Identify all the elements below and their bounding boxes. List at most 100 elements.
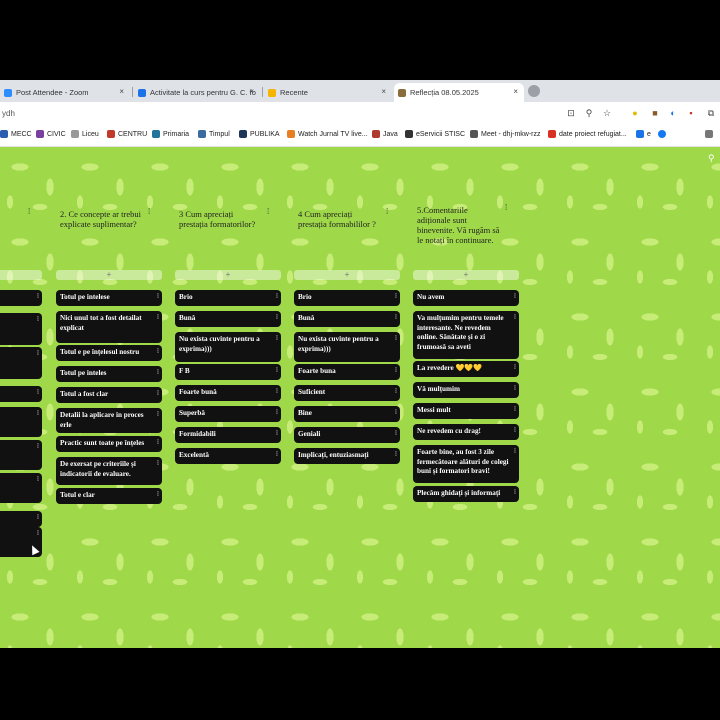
extensions-puzzle-icon[interactable]: ⧉: [706, 108, 716, 118]
bookmark-date-proiect[interactable]: date proiect refugiat...: [548, 130, 627, 138]
post-menu-icon[interactable]: ⁞: [37, 513, 39, 523]
tab-zoom[interactable]: Post Attendee - Zoom ×: [0, 83, 130, 102]
post-menu-icon[interactable]: ⁞: [157, 410, 159, 420]
post-card[interactable]: org- re a⁞: [0, 407, 42, 437]
post-card[interactable]: Brio ⁞: [175, 290, 281, 306]
screenshot-icon[interactable]: ⊡: [566, 108, 576, 118]
post-menu-icon[interactable]: ⁞: [276, 408, 278, 418]
post-menu-icon[interactable]: ⁞: [514, 426, 516, 436]
column-menu-icon[interactable]: ⁞: [267, 207, 269, 216]
post-menu-icon[interactable]: ⁞: [276, 387, 278, 397]
post-card[interactable]: Ne revedem cu drag! ⁞: [413, 424, 519, 440]
post-menu-icon[interactable]: ⁞: [157, 313, 159, 323]
post-card[interactable]: ⁞: [0, 511, 42, 527]
post-menu-icon[interactable]: ⁞: [37, 529, 39, 539]
post-card[interactable]: e tehnici rup⁞: [0, 440, 42, 470]
post-card[interactable]: Geniali ⁞: [294, 427, 400, 443]
bookmark-civic[interactable]: CIVIC: [36, 130, 66, 138]
column-menu-icon[interactable]: ⁞: [505, 203, 507, 212]
search-icon[interactable]: ⚲: [708, 153, 718, 163]
post-menu-icon[interactable]: ⁞: [395, 313, 397, 323]
post-card[interactable]: La revedere 💛💛💛 ⁞: [413, 361, 519, 377]
post-card[interactable]: F B ⁞: [175, 364, 281, 380]
post-card[interactable]: Messi mult ⁞: [413, 403, 519, 419]
post-card[interactable]: Brio ⁞: [294, 290, 400, 306]
tab-activitate[interactable]: Activitate la curs pentru G. C. fo ×: [134, 83, 260, 102]
post-card[interactable]: Suficient ⁞: [294, 385, 400, 401]
post-card[interactable]: Nu avem ⁞: [413, 290, 519, 306]
add-post-button[interactable]: +: [413, 270, 519, 280]
post-card[interactable]: Nici unul tot a fost detailat explicat ⁞: [56, 311, 162, 343]
bookmark-jurnal-tv[interactable]: Watch Jurnal TV live...: [287, 130, 368, 138]
address-bar[interactable]: ydh: [0, 106, 562, 122]
post-menu-icon[interactable]: ⁞: [157, 389, 159, 399]
post-menu-icon[interactable]: ⁞: [276, 366, 278, 376]
post-card[interactable]: Nu exista cuvinte pentru a exprima))) ⁞: [175, 332, 281, 362]
bookmark-java[interactable]: Java: [372, 130, 398, 138]
bookmark-star-icon[interactable]: ☆: [602, 108, 612, 118]
zoom-icon[interactable]: ⚲: [584, 108, 594, 118]
close-icon[interactable]: ×: [249, 87, 254, 96]
post-menu-icon[interactable]: ⁞: [157, 438, 159, 448]
add-post-button[interactable]: +: [56, 270, 162, 280]
post-card[interactable]: Foarte buna ⁞: [294, 364, 400, 380]
post-menu-icon[interactable]: ⁞: [395, 408, 397, 418]
post-menu-icon[interactable]: ⁞: [157, 347, 159, 357]
post-menu-icon[interactable]: ⁞: [514, 488, 516, 498]
post-card[interactable]: Bine ⁞: [294, 406, 400, 422]
close-icon[interactable]: ×: [381, 87, 386, 96]
extension-icon[interactable]: ■: [650, 108, 660, 118]
post-menu-icon[interactable]: ⁞: [395, 334, 397, 344]
post-card[interactable]: Totul a fost clar ⁞: [56, 387, 162, 403]
add-post-button[interactable]: +: [0, 270, 42, 280]
add-post-button[interactable]: +: [175, 270, 281, 280]
post-menu-icon[interactable]: ⁞: [37, 349, 39, 359]
post-card[interactable]: Superbă ⁞: [175, 406, 281, 422]
post-menu-icon[interactable]: ⁞: [276, 292, 278, 302]
bookmark-centru[interactable]: CENTRU: [107, 130, 147, 138]
post-card[interactable]: Bună ⁞: [294, 311, 400, 327]
post-menu-icon[interactable]: ⁞: [37, 475, 39, 485]
post-card[interactable]: re⁞: [0, 290, 42, 306]
bookmark-timpul[interactable]: Timpul: [198, 130, 230, 138]
post-card[interactable]: Vă mulțumim ⁞: [413, 382, 519, 398]
post-menu-icon[interactable]: ⁞: [157, 292, 159, 302]
post-card[interactable]: Foarte bună ⁞: [175, 385, 281, 401]
post-card[interactable]: Excelentă ⁞: [175, 448, 281, 464]
post-menu-icon[interactable]: ⁞: [157, 368, 159, 378]
post-menu-icon[interactable]: ⁞: [395, 292, 397, 302]
close-icon[interactable]: ×: [119, 87, 124, 96]
post-card[interactable]: ri a lucrului în⁞: [0, 313, 42, 345]
post-menu-icon[interactable]: ⁞: [37, 388, 39, 398]
post-card[interactable]: Totul e pe înțelesul nostru ⁞: [56, 345, 162, 361]
post-card[interactable]: Va mulțumim pentru temele interesante. N…: [413, 311, 519, 359]
post-menu-icon[interactable]: ⁞: [37, 409, 39, 419]
tab-recente[interactable]: Recente ×: [264, 83, 392, 102]
bookmark-e[interactable]: e: [636, 130, 651, 138]
tab-reflectia[interactable]: Reflecția 08.05.2025 ×: [394, 83, 524, 102]
post-card[interactable]: Foarte bine, au fost 3 zile fermecătoare…: [413, 445, 519, 483]
extension-icon[interactable]: ●: [630, 108, 640, 118]
post-card[interactable]: Totul pe intelese ⁞: [56, 290, 162, 306]
column-menu-icon[interactable]: ⁞: [386, 207, 388, 216]
bookmarks-folder[interactable]: [705, 130, 716, 138]
bookmark-liceu[interactable]: Liceu: [71, 130, 99, 138]
bookmark-meet[interactable]: Meet - dhj-mkw-rzz: [470, 130, 541, 138]
post-menu-icon[interactable]: ⁞: [276, 313, 278, 323]
translate-icon[interactable]: ◐: [668, 108, 678, 118]
post-card[interactable]: Plecăm ghidați și informați ⁞: [413, 486, 519, 502]
post-menu-icon[interactable]: ⁞: [514, 363, 516, 373]
bookmark-eservicii[interactable]: eServicii STISC: [405, 130, 465, 138]
column-menu-icon[interactable]: ⁞: [148, 207, 150, 216]
post-card[interactable]: Totul e clar ⁞: [56, 488, 162, 504]
post-menu-icon[interactable]: ⁞: [395, 429, 397, 439]
close-icon[interactable]: ×: [513, 87, 518, 96]
post-card[interactable]: Nu exista cuvinte pentru a exprima))) ⁞: [294, 332, 400, 362]
post-menu-icon[interactable]: ⁞: [395, 387, 397, 397]
post-card[interactable]: Detalii la aplicare in proces erle ⁞: [56, 408, 162, 433]
bookmark-publika[interactable]: PUBLIKA: [239, 130, 280, 138]
post-card[interactable]: Formidabili ⁞: [175, 427, 281, 443]
post-menu-icon[interactable]: ⁞: [276, 429, 278, 439]
bookmark-mecc[interactable]: MECC: [0, 130, 32, 138]
post-menu-icon[interactable]: ⁞: [276, 450, 278, 460]
